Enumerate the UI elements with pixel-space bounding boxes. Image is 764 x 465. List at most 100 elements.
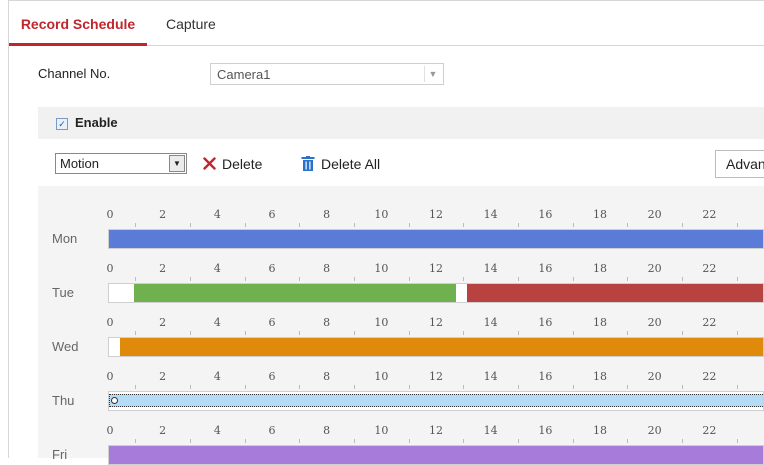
hour-minor-tick — [190, 331, 191, 335]
hour-tick-label: 8 — [323, 370, 331, 383]
hour-minor-tick — [135, 331, 137, 335]
day-row: Thu 0 2 4 6 8 10 12 14 16 18 20 22 — [38, 351, 764, 411]
hour-scale: 0 2 4 6 8 10 12 14 16 18 20 22 — [107, 316, 764, 335]
hour-tick-label: 14 — [483, 208, 498, 221]
hour-tick-label: 12 — [429, 370, 443, 383]
hour-minor-tick — [572, 277, 574, 281]
enable-bar: ✓ Enable — [38, 107, 764, 139]
hour-minor-tick — [190, 439, 191, 443]
hour-tick-label: 10 — [374, 370, 389, 383]
hour-minor-tick — [736, 223, 738, 227]
delete-x-icon — [203, 157, 216, 173]
delete-all-label: Delete All — [321, 156, 381, 172]
hour-tick-label: 10 — [374, 208, 389, 221]
hour-minor-tick — [354, 331, 355, 335]
dropdown-arrow-icon[interactable]: ▼ — [169, 155, 185, 172]
hour-minor-tick — [682, 439, 683, 443]
hour-tick-label: 22 — [702, 262, 717, 275]
channel-select[interactable]: Camera1 ▼ — [210, 63, 444, 85]
hour-minor-tick — [463, 331, 465, 335]
enable-checkbox[interactable]: ✓ — [56, 118, 68, 130]
hour-tick-label: 12 — [429, 316, 443, 329]
hour-tick-label: 2 — [159, 370, 167, 383]
hour-minor-tick — [408, 223, 410, 227]
hour-scale: 0 2 4 6 8 10 12 14 16 18 20 22 — [106, 370, 764, 389]
hour-minor-tick — [190, 277, 191, 281]
hour-tick-label: 6 — [268, 424, 276, 437]
hour-minor-tick — [354, 277, 355, 281]
hour-tick-label: 4 — [213, 262, 221, 275]
hour-minor-tick — [736, 277, 738, 281]
hour-tick-label: 4 — [213, 316, 221, 329]
hour-minor-tick — [244, 439, 246, 443]
hour-minor-tick — [299, 223, 301, 227]
schedule-grid: Mon 0 2 4 6 8 10 12 14 16 18 20 22 Tue 0 2 4 6 8 10 12 14 16 18… — [38, 186, 764, 465]
hour-tick-label: 6 — [268, 262, 276, 275]
tab-capture[interactable]: Capture — [166, 6, 216, 43]
hour-minor-tick — [299, 331, 301, 335]
hour-tick-label: 18 — [593, 262, 607, 275]
hour-minor-tick — [408, 331, 410, 335]
day-row: Wed 0 2 4 6 8 10 12 14 16 18 20 22 — [38, 297, 764, 357]
schedule-toolbar: Motion ▼ Delete Delete All Advan — [38, 146, 764, 182]
hour-tick-label: 20 — [647, 208, 662, 221]
hour-minor-tick — [190, 385, 191, 389]
advanced-button[interactable]: Advan — [715, 150, 764, 178]
enable-label: Enable — [75, 115, 118, 130]
hour-minor-tick — [299, 439, 301, 443]
hour-minor-tick — [518, 277, 519, 281]
hour-minor-tick — [135, 439, 137, 443]
hour-minor-tick — [463, 385, 465, 389]
hour-tick-label: 0 — [106, 370, 114, 383]
hour-tick-label: 0 — [106, 262, 114, 275]
hour-tick-label: 14 — [483, 370, 498, 383]
day-timeline-track[interactable] — [108, 445, 764, 465]
hour-minor-tick — [299, 385, 301, 389]
hour-minor-tick — [572, 331, 574, 335]
hour-minor-tick — [135, 223, 137, 227]
record-type-value: Motion — [60, 156, 100, 171]
hour-tick-label: 20 — [647, 424, 662, 437]
hour-tick-label: 12 — [429, 208, 443, 221]
hour-tick-label: 8 — [323, 262, 331, 275]
hour-tick-label: 14 — [483, 424, 498, 437]
hour-minor-tick — [463, 277, 465, 281]
hour-minor-tick — [682, 385, 683, 389]
hour-minor-tick — [627, 439, 629, 443]
tab-record-schedule[interactable]: Record Schedule — [9, 6, 147, 46]
schedule-segment[interactable] — [109, 446, 763, 464]
hour-minor-tick — [408, 385, 410, 389]
hour-tick-label: 2 — [159, 262, 167, 275]
hour-minor-tick — [682, 223, 683, 227]
chevron-down-icon[interactable]: ▼ — [424, 66, 441, 82]
hour-tick-label: 6 — [268, 370, 276, 383]
hour-tick-label: 22 — [702, 370, 717, 383]
record-type-select[interactable]: Motion ▼ — [55, 153, 187, 174]
day-row: Fri 0 2 4 6 8 10 12 14 16 18 20 22 — [38, 405, 764, 465]
hour-tick-label: 4 — [213, 370, 221, 383]
hour-minor-tick — [354, 385, 355, 389]
delete-button[interactable]: Delete — [203, 156, 262, 173]
segment-resize-handle[interactable] — [111, 397, 118, 404]
delete-label: Delete — [222, 156, 263, 172]
hour-tick-label: 6 — [268, 208, 276, 221]
hour-tick-label: 22 — [702, 316, 717, 329]
hour-minor-tick — [135, 277, 137, 281]
hour-tick-label: 0 — [106, 424, 114, 437]
hour-tick-label: 22 — [702, 424, 717, 437]
hour-tick-label: 8 — [323, 424, 331, 437]
hour-minor-tick — [736, 331, 738, 335]
hour-tick-label: 18 — [593, 316, 607, 329]
day-label: Fri — [52, 447, 68, 462]
hour-minor-tick — [463, 223, 465, 227]
hour-minor-tick — [627, 223, 629, 227]
hour-minor-tick — [354, 223, 355, 227]
day-row: Tue 0 2 4 6 8 10 12 14 16 18 20 22 — [38, 243, 764, 303]
hour-minor-tick — [572, 439, 574, 443]
hour-minor-tick — [463, 439, 465, 443]
hour-minor-tick — [627, 277, 629, 281]
delete-all-button[interactable]: Delete All — [301, 156, 380, 174]
hour-tick-label: 16 — [538, 370, 553, 383]
hour-tick-label: 18 — [593, 370, 607, 383]
hour-minor-tick — [135, 385, 137, 389]
